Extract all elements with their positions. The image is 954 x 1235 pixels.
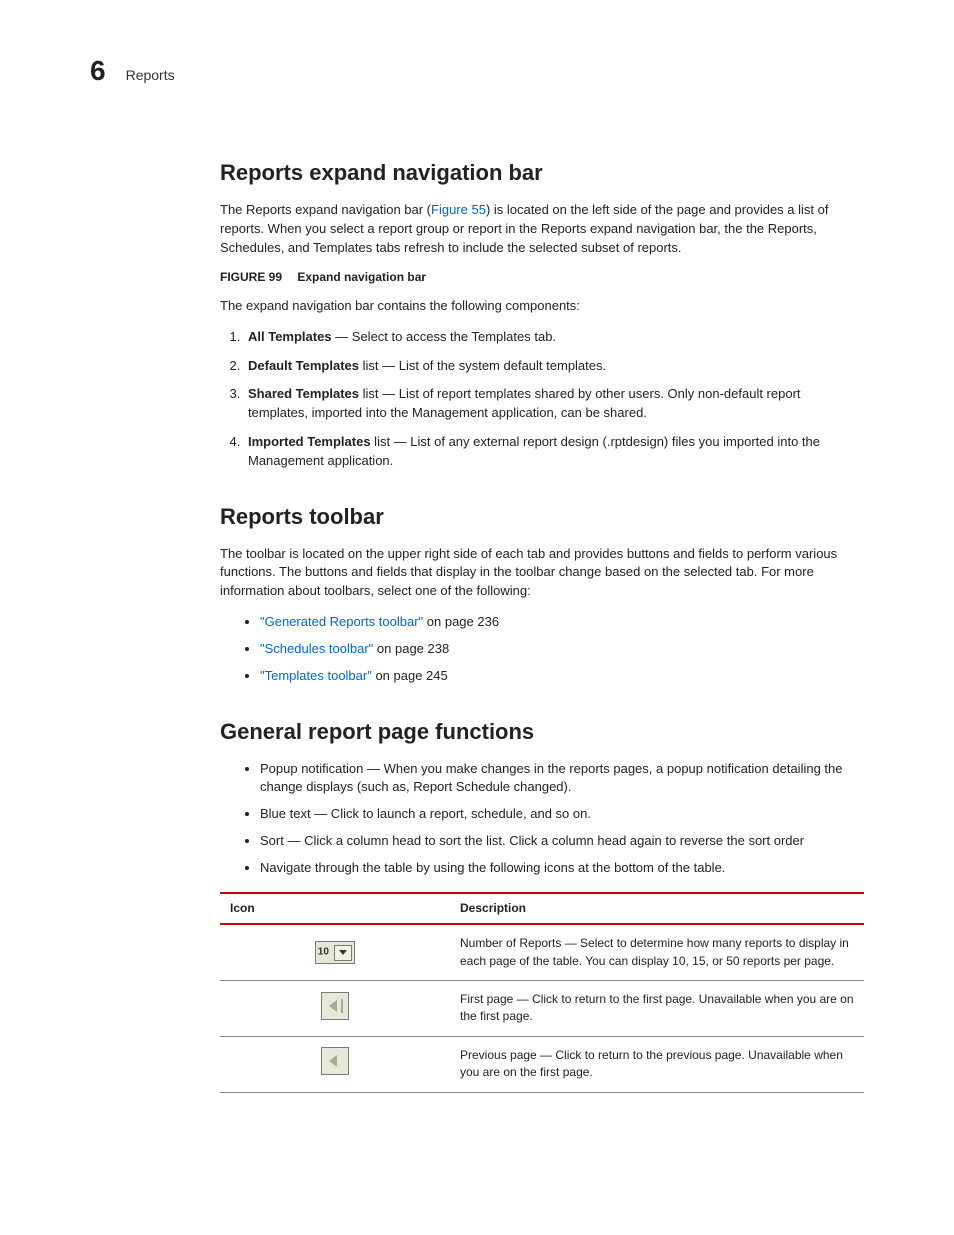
heading-reports-toolbar: Reports toolbar [220, 501, 864, 533]
table-row: First page — Click to return to the firs… [220, 980, 864, 1036]
chevron-down-icon [334, 945, 352, 961]
icon-cell [220, 1036, 450, 1092]
paragraph: The expand navigation bar contains the f… [220, 297, 864, 316]
page: 6 Reports Reports expand navigation bar … [0, 0, 954, 1235]
bulleted-list: "Generated Reports toolbar" on page 236 … [220, 613, 864, 686]
term: Shared Templates [248, 386, 359, 401]
content: Reports expand navigation bar The Report… [220, 157, 864, 1093]
heading-general-report-page-functions: General report page functions [220, 716, 864, 748]
paragraph: The Reports expand navigation bar (Figur… [220, 201, 864, 258]
list-item: "Templates toolbar" on page 245 [260, 667, 864, 686]
previous-page-icon [321, 1047, 349, 1075]
chapter-number: 6 [90, 55, 106, 87]
heading-reports-expand-navigation-bar: Reports expand navigation bar [220, 157, 864, 189]
numbered-list: All Templates — Select to access the Tem… [220, 328, 864, 471]
desc-cell: First page — Click to return to the firs… [450, 980, 864, 1036]
link-schedules-toolbar[interactable]: "Schedules toolbar" [260, 641, 373, 656]
col-description: Description [450, 893, 864, 924]
list-item: Sort — Click a column head to sort the l… [260, 832, 864, 851]
desc-cell: Previous page — Click to return to the p… [450, 1036, 864, 1092]
term: Imported Templates [248, 434, 371, 449]
text: The Reports expand navigation bar ( [220, 202, 431, 217]
term: All Templates [248, 329, 332, 344]
figure-label: FIGURE 99 Expand navigation bar [220, 269, 864, 286]
figure-title: Expand navigation bar [297, 270, 426, 284]
paragraph: The toolbar is located on the upper righ… [220, 545, 864, 602]
list-item: All Templates — Select to access the Tem… [244, 328, 864, 347]
figure-number: FIGURE 99 [220, 270, 282, 284]
table-header-row: Icon Description [220, 893, 864, 924]
desc: list — List of the system default templa… [359, 358, 606, 373]
link-generated-reports-toolbar[interactable]: "Generated Reports toolbar" [260, 614, 423, 629]
icon-cell [220, 980, 450, 1036]
table-row: Previous page — Click to return to the p… [220, 1036, 864, 1092]
text: on page 238 [373, 641, 449, 656]
list-item: Default Templates list — List of the sys… [244, 357, 864, 376]
bulleted-list: Popup notification — When you make chang… [220, 760, 864, 878]
list-item: Blue text — Click to launch a report, sc… [260, 805, 864, 824]
icons-table: Icon Description 10 Number of Reports — … [220, 892, 864, 1093]
list-item: Shared Templates list — List of report t… [244, 385, 864, 423]
reports-per-page-dropdown-icon: 10 [315, 941, 355, 964]
desc: — Select to access the Templates tab. [332, 329, 557, 344]
col-icon: Icon [220, 893, 450, 924]
icon-cell: 10 [220, 924, 450, 980]
term: Default Templates [248, 358, 359, 373]
chapter-title: Reports [126, 67, 175, 83]
table-row: 10 Number of Reports — Select to determi… [220, 924, 864, 980]
page-header: 6 Reports [90, 55, 864, 87]
list-item: Popup notification — When you make chang… [260, 760, 864, 798]
first-page-icon [321, 992, 349, 1020]
dropdown-value: 10 [318, 946, 329, 957]
link-figure-55[interactable]: Figure 55 [431, 202, 486, 217]
text: on page 245 [372, 668, 448, 683]
list-item: "Schedules toolbar" on page 238 [260, 640, 864, 659]
link-templates-toolbar[interactable]: "Templates toolbar" [260, 668, 372, 683]
list-item: "Generated Reports toolbar" on page 236 [260, 613, 864, 632]
text: on page 236 [423, 614, 499, 629]
list-item: Navigate through the table by using the … [260, 859, 864, 878]
list-item: Imported Templates list — List of any ex… [244, 433, 864, 471]
desc-cell: Number of Reports — Select to determine … [450, 924, 864, 980]
